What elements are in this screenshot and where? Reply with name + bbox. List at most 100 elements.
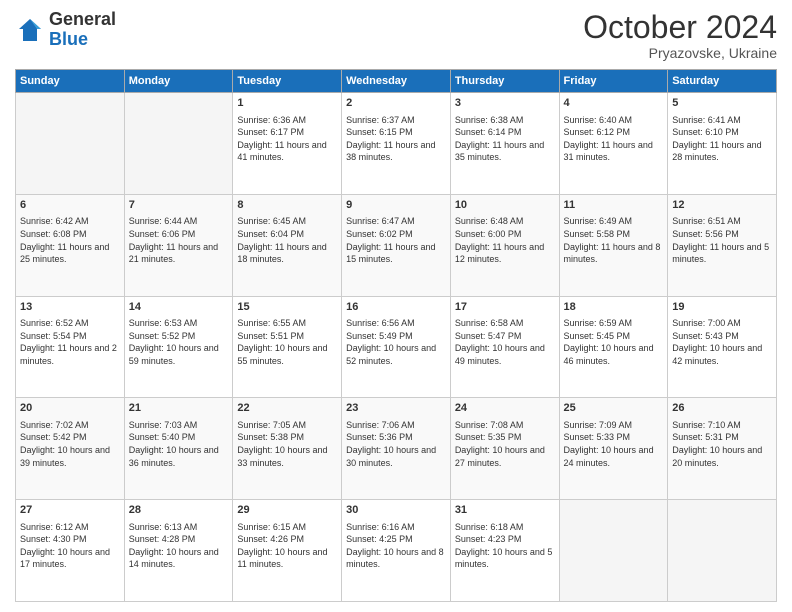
day-info: Sunrise: 6:38 AM Sunset: 6:14 PM Dayligh… [455,114,555,164]
table-cell: 15 Sunrise: 6:55 AM Sunset: 5:51 PM Dayli… [233,296,342,398]
day-info: Sunrise: 7:05 AM Sunset: 5:38 PM Dayligh… [237,419,337,469]
day-info: Sunrise: 6:45 AM Sunset: 6:04 PM Dayligh… [237,215,337,265]
day-info: Sunrise: 6:56 AM Sunset: 5:49 PM Dayligh… [346,317,446,367]
table-row: 1 Sunrise: 6:36 AM Sunset: 6:17 PM Daylig… [16,93,777,195]
day-info: Sunrise: 6:59 AM Sunset: 5:45 PM Dayligh… [564,317,664,367]
day-info: Sunrise: 6:44 AM Sunset: 6:06 PM Dayligh… [129,215,229,265]
day-number: 1 [237,96,337,111]
title-block: October 2024 Pryazovske, Ukraine [583,10,777,61]
table-row: 13 Sunrise: 6:52 AM Sunset: 5:54 PM Dayli… [16,296,777,398]
logo-icon [15,15,45,45]
day-info: Sunrise: 7:03 AM Sunset: 5:40 PM Dayligh… [129,419,229,469]
day-number: 26 [672,401,772,416]
calendar-table: Sunday Monday Tuesday Wednesday Thursday… [15,69,777,602]
table-cell: 30 Sunrise: 6:16 AM Sunset: 4:25 PM Dayli… [342,500,451,602]
table-row: 6Sunrise: 6:42 AM Sunset: 6:08 PM Daylig… [16,194,777,296]
table-cell: 1 Sunrise: 6:36 AM Sunset: 6:17 PM Daylig… [233,93,342,195]
day-number: 14 [129,300,229,315]
table-cell: 20 Sunrise: 7:02 AM Sunset: 5:42 PM Dayli… [16,398,125,500]
day-info: Sunrise: 6:48 AM Sunset: 6:00 PM Dayligh… [455,215,555,265]
table-cell: 12 Sunrise: 6:51 AM Sunset: 5:56 PM Dayli… [668,194,777,296]
col-friday: Friday [559,70,668,93]
day-info: Sunrise: 6:36 AM Sunset: 6:17 PM Dayligh… [237,114,337,164]
logo-blue-text: Blue [49,30,116,50]
table-cell: 7 Sunrise: 6:44 AM Sunset: 6:06 PM Daylig… [124,194,233,296]
day-info: Sunrise: 7:08 AM Sunset: 5:35 PM Dayligh… [455,419,555,469]
day-number: 13 [20,300,120,315]
table-cell: 23Sunrise: 7:06 AM Sunset: 5:36 PM Dayli… [342,398,451,500]
day-info: Sunrise: 6:12 AM Sunset: 4:30 PM Dayligh… [20,521,120,571]
day-info: Sunrise: 6:15 AM Sunset: 4:26 PM Dayligh… [237,521,337,571]
day-number: 28 [129,503,229,518]
title-location: Pryazovske, Ukraine [583,45,777,61]
day-number: 22 [237,401,337,416]
day-info: Sunrise: 7:10 AM Sunset: 5:31 PM Dayligh… [672,419,772,469]
day-number: 7 [129,198,229,213]
day-number: 3 [455,96,555,111]
table-cell: 27 Sunrise: 6:12 AM Sunset: 4:30 PM Dayli… [16,500,125,602]
day-number: 12 [672,198,772,213]
col-wednesday: Wednesday [342,70,451,93]
table-cell: 22 Sunrise: 7:05 AM Sunset: 5:38 PM Dayli… [233,398,342,500]
col-saturday: Saturday [668,70,777,93]
logo: General Blue [15,10,116,50]
table-cell: 5Sunrise: 6:41 AM Sunset: 6:10 PM Daylig… [668,93,777,195]
col-thursday: Thursday [450,70,559,93]
table-cell: 8 Sunrise: 6:45 AM Sunset: 6:04 PM Daylig… [233,194,342,296]
table-cell: 6Sunrise: 6:42 AM Sunset: 6:08 PM Daylig… [16,194,125,296]
day-number: 24 [455,401,555,416]
day-info: Sunrise: 6:52 AM Sunset: 5:54 PM Dayligh… [20,317,120,367]
table-cell [124,93,233,195]
day-number: 30 [346,503,446,518]
day-number: 19 [672,300,772,315]
table-cell: 3 Sunrise: 6:38 AM Sunset: 6:14 PM Daylig… [450,93,559,195]
table-cell: 29 Sunrise: 6:15 AM Sunset: 4:26 PM Dayli… [233,500,342,602]
table-cell: 16 Sunrise: 6:56 AM Sunset: 5:49 PM Dayli… [342,296,451,398]
day-info: Sunrise: 7:02 AM Sunset: 5:42 PM Dayligh… [20,419,120,469]
day-number: 20 [20,401,120,416]
day-info: Sunrise: 6:58 AM Sunset: 5:47 PM Dayligh… [455,317,555,367]
day-number: 9 [346,198,446,213]
table-cell: 25Sunrise: 7:09 AM Sunset: 5:33 PM Dayli… [559,398,668,500]
table-cell: 13 Sunrise: 6:52 AM Sunset: 5:54 PM Dayli… [16,296,125,398]
table-cell: 11Sunrise: 6:49 AM Sunset: 5:58 PM Dayli… [559,194,668,296]
table-row: 27 Sunrise: 6:12 AM Sunset: 4:30 PM Dayli… [16,500,777,602]
day-number: 11 [564,198,664,213]
day-info: Sunrise: 7:09 AM Sunset: 5:33 PM Dayligh… [564,419,664,469]
day-number: 8 [237,198,337,213]
table-cell: 4Sunrise: 6:40 AM Sunset: 6:12 PM Daylig… [559,93,668,195]
table-cell: 19 Sunrise: 7:00 AM Sunset: 5:43 PM Dayli… [668,296,777,398]
day-info: Sunrise: 6:37 AM Sunset: 6:15 PM Dayligh… [346,114,446,164]
day-number: 29 [237,503,337,518]
col-tuesday: Tuesday [233,70,342,93]
table-cell: 28 Sunrise: 6:13 AM Sunset: 4:28 PM Dayli… [124,500,233,602]
day-number: 4 [564,96,664,111]
day-number: 10 [455,198,555,213]
logo-general-text: General [49,10,116,30]
day-info: Sunrise: 6:13 AM Sunset: 4:28 PM Dayligh… [129,521,229,571]
table-cell: 24 Sunrise: 7:08 AM Sunset: 5:35 PM Dayli… [450,398,559,500]
table-cell: 10 Sunrise: 6:48 AM Sunset: 6:00 PM Dayli… [450,194,559,296]
day-number: 16 [346,300,446,315]
day-number: 2 [346,96,446,111]
day-info: Sunrise: 6:51 AM Sunset: 5:56 PM Dayligh… [672,215,772,265]
day-info: Sunrise: 7:00 AM Sunset: 5:43 PM Dayligh… [672,317,772,367]
header: General Blue October 2024 Pryazovske, Uk… [15,10,777,61]
table-cell: 31 Sunrise: 6:18 AM Sunset: 4:23 PM Dayli… [450,500,559,602]
table-cell: 14Sunrise: 6:53 AM Sunset: 5:52 PM Dayli… [124,296,233,398]
page: General Blue October 2024 Pryazovske, Uk… [0,0,792,612]
day-number: 27 [20,503,120,518]
day-number: 15 [237,300,337,315]
table-row: 20 Sunrise: 7:02 AM Sunset: 5:42 PM Dayli… [16,398,777,500]
day-info: Sunrise: 6:16 AM Sunset: 4:25 PM Dayligh… [346,521,446,571]
col-sunday: Sunday [16,70,125,93]
table-cell: 18Sunrise: 6:59 AM Sunset: 5:45 PM Dayli… [559,296,668,398]
title-month: October 2024 [583,10,777,45]
day-info: Sunrise: 6:18 AM Sunset: 4:23 PM Dayligh… [455,521,555,571]
day-info: Sunrise: 6:55 AM Sunset: 5:51 PM Dayligh… [237,317,337,367]
calendar-header-row: Sunday Monday Tuesday Wednesday Thursday… [16,70,777,93]
day-number: 21 [129,401,229,416]
table-cell: 26 Sunrise: 7:10 AM Sunset: 5:31 PM Dayli… [668,398,777,500]
day-number: 31 [455,503,555,518]
table-cell [559,500,668,602]
